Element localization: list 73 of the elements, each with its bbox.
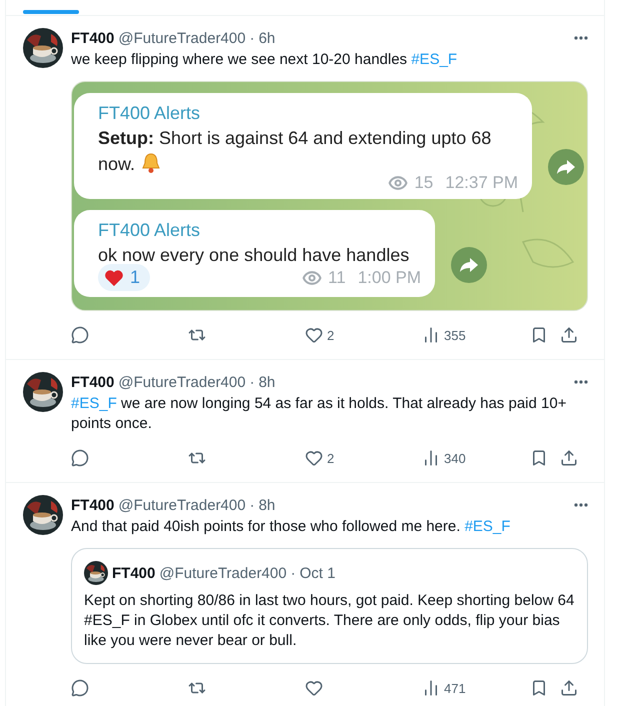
eye-icon — [388, 173, 408, 193]
like-button[interactable]: 2 — [305, 326, 422, 344]
author-handle[interactable]: @FutureTrader400 — [118, 30, 246, 46]
more-icon — [574, 380, 588, 384]
share-button[interactable] — [560, 449, 578, 467]
more-button[interactable] — [574, 36, 588, 40]
post-time: Oct 1 — [300, 564, 336, 582]
views-button[interactable]: 471 — [422, 679, 522, 697]
views-button[interactable]: 355 — [422, 326, 522, 344]
post-time[interactable]: 8h — [258, 496, 276, 514]
views-button[interactable]: 340 — [422, 449, 522, 467]
forward-button[interactable] — [451, 247, 487, 283]
author-handle: @FutureTrader400 — [159, 564, 287, 582]
reply-icon — [71, 679, 89, 697]
author-name: FT400 — [112, 564, 156, 582]
reply-icon — [71, 449, 89, 467]
bookmark-button[interactable] — [530, 449, 548, 467]
share-button[interactable] — [560, 679, 578, 697]
reply-icon — [71, 326, 89, 344]
share-icon — [560, 679, 578, 697]
heart-icon — [104, 268, 124, 286]
share-icon — [560, 449, 578, 467]
forward-icon — [460, 258, 478, 272]
bookmark-icon — [530, 449, 548, 467]
bookmark-icon — [530, 679, 548, 697]
avatar[interactable] — [84, 561, 108, 585]
heart-icon — [305, 449, 323, 467]
more-icon — [574, 503, 588, 507]
quoted-text: Kept on shorting 80/86 in last two hours, got paid. Keep shorting below 64 #ES_F in Globex until ofc it converts. There are only odds, flip your bias like you were never bear or bull. — [84, 591, 575, 651]
more-button[interactable] — [574, 503, 588, 507]
author-name[interactable]: FT400 — [71, 374, 114, 390]
forward-button[interactable] — [548, 149, 584, 185]
author-name[interactable]: FT400 — [71, 30, 114, 46]
bar-chart-icon — [422, 449, 440, 467]
heart-icon — [305, 679, 323, 697]
author-handle[interactable]: @FutureTrader400 — [118, 374, 246, 390]
post-time[interactable]: 8h — [258, 374, 276, 390]
bar-chart-icon — [422, 326, 440, 344]
more-button[interactable] — [574, 380, 588, 384]
share-button[interactable] — [560, 326, 578, 344]
separator-dot: · — [250, 30, 255, 46]
bookmark-icon — [530, 326, 548, 344]
post-time[interactable]: 6h — [258, 30, 276, 46]
bookmark-button[interactable] — [530, 326, 548, 344]
message-time: 1:00 PM — [358, 268, 421, 288]
separator-dot: · — [250, 496, 255, 514]
tweet-text: we keep flipping where we see next 10-20 handles #ES_F — [71, 50, 458, 70]
separator-dot: · — [250, 374, 255, 390]
like-button[interactable]: 2 — [305, 449, 422, 467]
bookmark-button[interactable] — [530, 679, 548, 697]
tweet-text: And that paid 40ish points for those who followed me here. #ES_F — [71, 517, 512, 537]
more-icon — [574, 36, 588, 40]
separator-dot: · — [290, 564, 296, 582]
avatar[interactable] — [23, 372, 63, 412]
message-text: ok now every one should have handles — [98, 245, 410, 265]
quoted-tweet[interactable] — [71, 548, 588, 664]
tab-indicator — [23, 10, 79, 14]
message-time: 12:37 PM — [445, 173, 518, 193]
author-handle[interactable]: @FutureTrader400 — [118, 496, 246, 514]
sender-name: FT400 Alerts — [98, 102, 202, 125]
share-icon — [560, 326, 578, 344]
sender-name: FT400 Alerts — [98, 219, 202, 242]
avatar[interactable] — [23, 28, 63, 68]
view-count: 15 — [414, 173, 434, 193]
message-text: Setup: Short is against 64 and extending upto 68 now. — [98, 128, 492, 174]
heart-icon — [305, 326, 323, 344]
heart-reaction[interactable]: 1 — [98, 264, 150, 291]
tweet-text: #ES_F we are now longing 54 as far as it holds. That already has paid 10+ points once. — [71, 394, 568, 434]
avatar[interactable] — [23, 495, 63, 535]
bar-chart-icon — [422, 679, 440, 697]
forward-icon — [557, 160, 575, 174]
author-name[interactable]: FT400 — [71, 496, 114, 514]
view-count: 11 — [328, 268, 346, 288]
